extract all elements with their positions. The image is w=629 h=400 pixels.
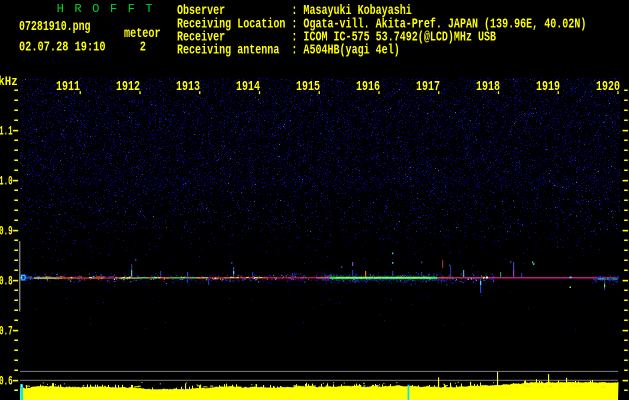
svg-text:1918: 1918 [476,79,500,95]
svg-text:0.6: 0.6 [0,373,13,388]
svg-text:H: H [57,2,64,16]
svg-text:F: F [110,2,117,16]
svg-text:T: T [145,2,152,16]
svg-text:1917: 1917 [416,79,440,95]
svg-text:1913: 1913 [176,79,200,95]
svg-text:0.7: 0.7 [0,323,13,338]
svg-text:R: R [74,2,81,16]
svg-text:1915: 1915 [296,79,320,95]
svg-text:07281910.png: 07281910.png [19,19,91,35]
svg-text:02.07.28 19:10: 02.07.28 19:10 [19,40,106,56]
svg-text:0.9: 0.9 [0,223,13,238]
svg-text:1.0: 1.0 [0,173,13,188]
svg-text:0.8: 0.8 [0,273,13,288]
svg-text:1920: 1920 [596,79,620,95]
svg-text:2: 2 [140,40,146,56]
svg-text:1916: 1916 [356,79,380,95]
svg-text:1912: 1912 [116,79,140,95]
svg-text:1911: 1911 [56,79,80,95]
svg-text:1914: 1914 [236,79,260,95]
svg-text:O: O [92,2,99,16]
svg-text:1919: 1919 [536,79,560,95]
svg-text:kHz: kHz [0,74,18,89]
svg-text:Receiving antenna : A504HB(ya: Receiving antenna : A504HB(yagi 4el) [177,44,400,59]
svg-text:F: F [128,2,135,16]
svg-text:1.1: 1.1 [0,123,13,138]
